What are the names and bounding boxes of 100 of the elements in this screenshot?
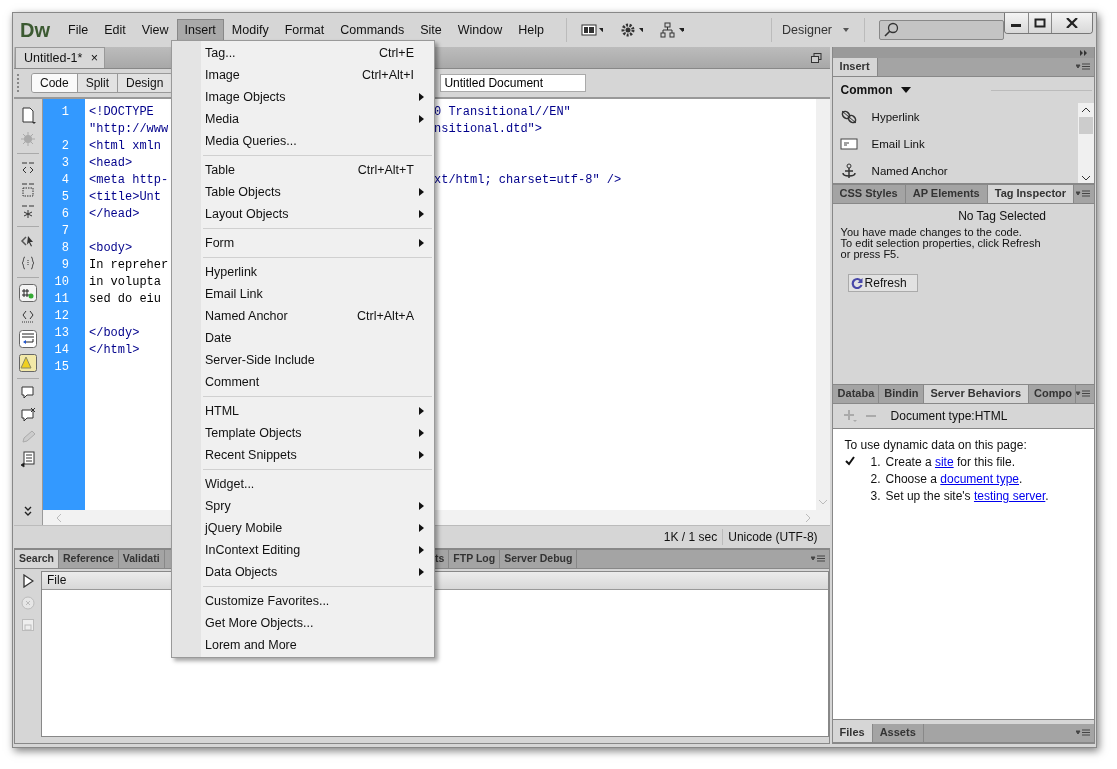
line-number: 3 — [61, 156, 69, 170]
view-button[interactable]: Design — [118, 74, 173, 92]
menu-item[interactable]: Commands — [332, 19, 413, 41]
menu-entry[interactable]: Email Link — [172, 283, 434, 305]
code-text: nsitional.dtd"> — [434, 122, 543, 136]
panel-tab[interactable]: Files — [832, 724, 873, 742]
code-text: <title>Unt — [89, 190, 161, 204]
category-dropdown[interactable]: Common — [840, 83, 911, 97]
menu-entry[interactable]: Image Ctrl+Alt+I — [172, 64, 434, 86]
line-number: 6 — [61, 207, 69, 221]
menu-entry[interactable]: Hyperlink — [172, 261, 434, 283]
menu-entry[interactable]: Table Ctrl+Alt+T — [172, 159, 434, 181]
refresh-button[interactable]: Refresh — [847, 274, 918, 292]
menu-item[interactable]: Insert — [176, 19, 224, 41]
menu-item[interactable]: Format — [276, 19, 333, 41]
step-text: Set up the site's testing server. — [885, 488, 1049, 505]
line-number: 2 — [61, 139, 69, 153]
menu-entry[interactable]: Lorem and More — [172, 634, 434, 656]
line-number: 5 — [61, 190, 69, 204]
behaviors-intro: To use dynamic data on this page: — [844, 437, 1028, 454]
document-tab[interactable]: Untitled-1* × — [15, 47, 106, 68]
panel-tab[interactable]: AP Elements — [905, 185, 988, 203]
line-number: 9 — [61, 258, 69, 272]
menu-entry[interactable]: Tag... Ctrl+E — [172, 42, 434, 64]
panel-tab[interactable]: Insert — [832, 58, 878, 76]
menu-entry[interactable]: Named Anchor Ctrl+Alt+A — [172, 305, 434, 327]
panel-tab[interactable]: FTP Log — [449, 550, 501, 568]
line-number: 7 — [61, 224, 69, 238]
menu-item[interactable]: Modify — [223, 19, 277, 41]
code-text: In repreher — [89, 258, 169, 272]
step-link[interactable]: document type — [940, 472, 1019, 486]
panel-tab[interactable]: Server Behaviors — [923, 385, 1029, 403]
code-text: <body> — [89, 241, 133, 255]
menu-entry[interactable]: Form — [172, 232, 434, 254]
file-size-status: 1K / 1 sec — [663, 530, 718, 544]
menu-entry[interactable]: Media — [172, 108, 434, 130]
panel-tab[interactable]: Databa — [832, 385, 880, 403]
menu-entry[interactable]: Server-Side Include — [172, 349, 434, 371]
column-header[interactable]: File — [47, 573, 67, 587]
inspector-message: To edit selection properties, click Refresh — [840, 238, 1042, 249]
insert-item[interactable]: Hyperlink — [832, 103, 1078, 130]
insert-item[interactable]: Email Link — [832, 130, 1078, 157]
step-text: Create a site for this file. — [885, 454, 1015, 471]
inspector-message: You have made changes to the code. — [840, 227, 1022, 238]
title-field[interactable]: Untitled Document — [440, 74, 587, 92]
menu-entry[interactable]: Layout Objects — [172, 203, 434, 225]
line-number: 10 — [54, 275, 69, 289]
menu-entry[interactable]: Template Objects — [172, 422, 434, 444]
menu-item[interactable]: Window — [449, 19, 511, 41]
menu-entry[interactable]: Customize Favorites... — [172, 590, 434, 612]
code-text: </body> — [89, 326, 140, 340]
panel-tab[interactable]: Search — [15, 550, 60, 568]
panel-tab[interactable]: Validati — [118, 550, 165, 568]
menu-entry[interactable]: Data Objects — [172, 561, 434, 583]
line-number: 8 — [61, 241, 69, 255]
menu-entry[interactable]: Spry — [172, 495, 434, 517]
panel-tab[interactable]: Assets — [872, 724, 924, 742]
menu-entry[interactable]: HTML — [172, 400, 434, 422]
menu-entry[interactable]: InContext Editing — [172, 539, 434, 561]
code-text: "http://www — [89, 122, 169, 136]
menu-item[interactable]: Site — [412, 19, 450, 41]
code-text: </html> — [89, 343, 140, 357]
menu-item[interactable]: View — [133, 19, 177, 41]
menu-item[interactable]: Edit — [96, 19, 134, 41]
panel-tab[interactable]: Bindin — [879, 385, 924, 403]
step-number: 2. — [870, 471, 882, 488]
line-number: 4 — [61, 173, 69, 187]
menu-item[interactable]: Help — [510, 19, 552, 41]
menu-entry[interactable]: Date — [172, 327, 434, 349]
menu-entry[interactable]: Table Objects — [172, 181, 434, 203]
line-number: 13 — [54, 326, 69, 340]
menu-entry[interactable]: Get More Objects... — [172, 612, 434, 634]
insert-item[interactable]: Named Anchor — [832, 157, 1078, 183]
menu-entry[interactable]: Recent Snippets — [172, 444, 434, 466]
menu-entry[interactable]: Widget... — [172, 473, 434, 495]
code-text: 0 Transitional//EN" — [434, 105, 571, 119]
code-text: <meta http- — [89, 173, 169, 187]
menu-item[interactable]: File — [60, 19, 97, 41]
panel-tab[interactable]: Reference — [59, 550, 119, 568]
code-text: <head> — [89, 156, 133, 170]
code-text: <!DOCTYPE — [89, 105, 155, 119]
panel-tab[interactable]: Server Debug — [500, 550, 578, 568]
line-number: 11 — [54, 292, 69, 306]
menu-entry[interactable]: Media Queries... — [172, 130, 434, 152]
tab-close-button[interactable]: × — [90, 51, 99, 65]
panel-tab[interactable]: CSS Styles — [832, 185, 906, 203]
workspace-switcher[interactable]: Designer — [782, 23, 850, 37]
menu-entry[interactable]: Image Objects — [172, 86, 434, 108]
inspector-message: or press F5. — [840, 249, 901, 260]
step-link[interactable]: site — [934, 455, 954, 469]
view-button[interactable]: Code — [32, 74, 78, 92]
encoding-status: Unicode (UTF-8) — [728, 530, 818, 544]
menu-entry[interactable]: jQuery Mobile — [172, 517, 434, 539]
menu-entry[interactable]: Comment — [172, 371, 434, 393]
line-number: 12 — [54, 309, 69, 323]
step-text: Choose a document type. — [885, 471, 1023, 488]
step-link[interactable]: testing server — [973, 489, 1046, 503]
code-text: <html xmln — [89, 139, 161, 153]
view-button[interactable]: Split — [77, 74, 119, 92]
panel-tab[interactable]: Tag Inspector — [987, 185, 1075, 203]
